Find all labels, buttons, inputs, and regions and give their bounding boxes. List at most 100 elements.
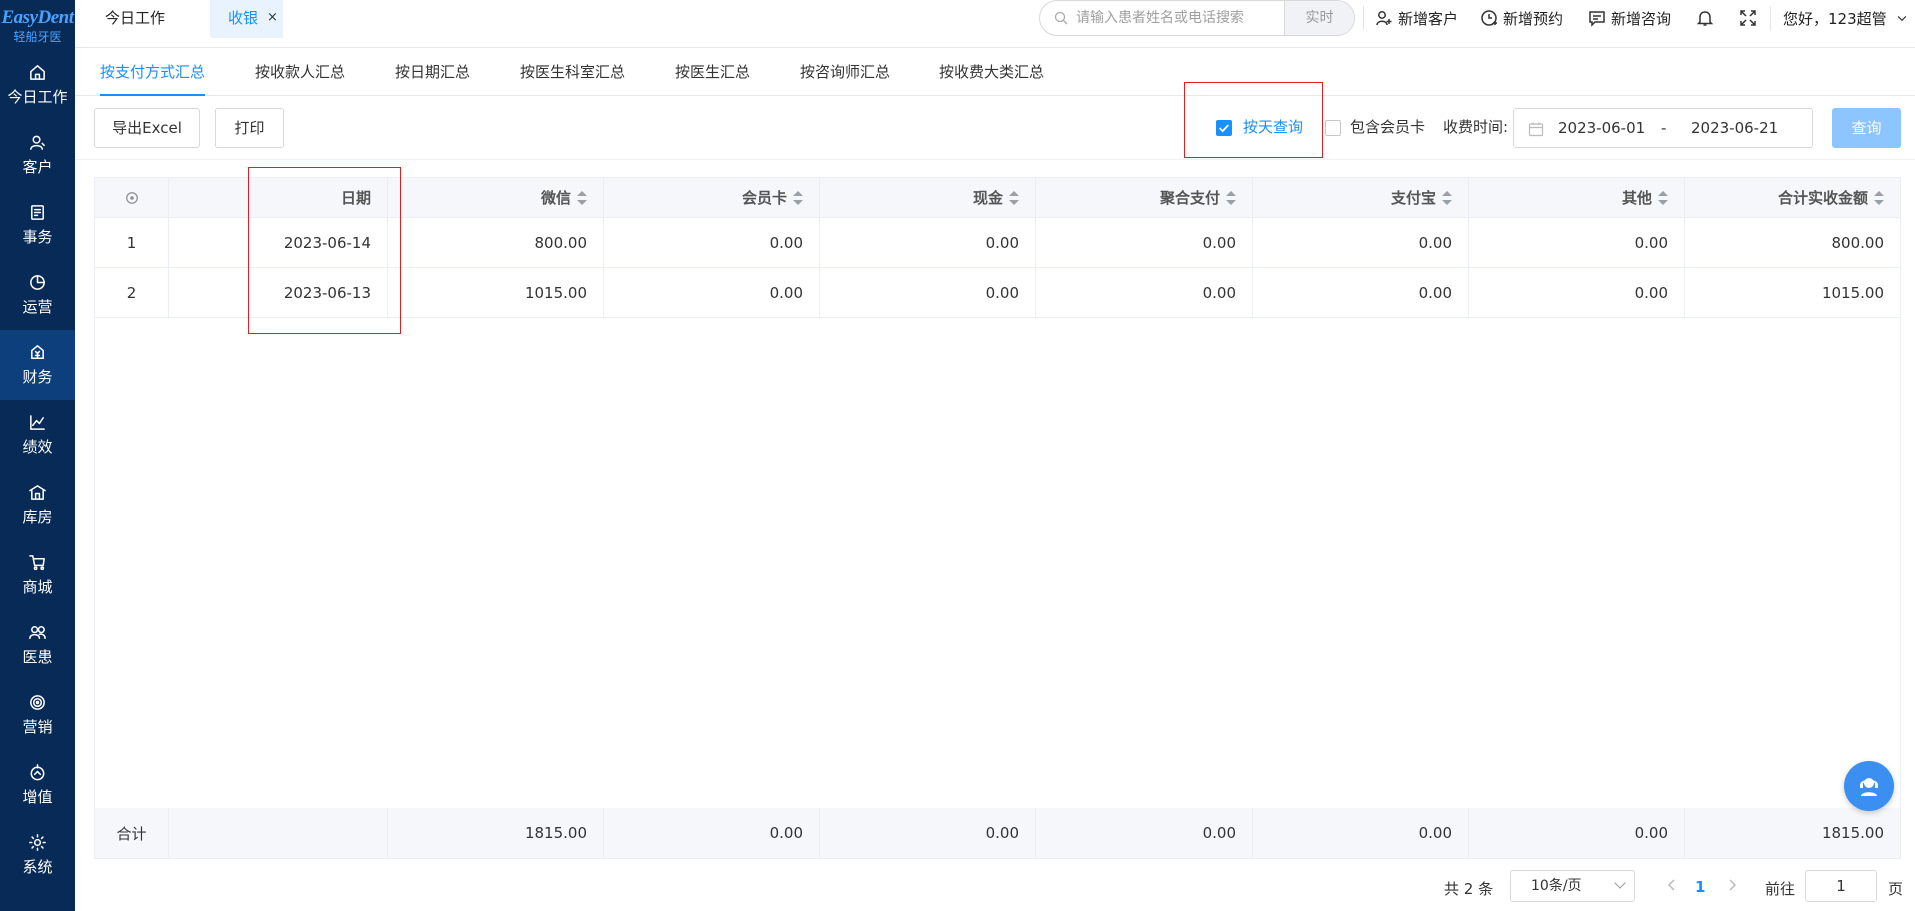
message-icon	[1589, 11, 1605, 27]
sort-icon[interactable]	[1874, 190, 1884, 205]
notification-button[interactable]	[1696, 0, 1719, 36]
date-start[interactable]: 2023-06-01	[1558, 119, 1645, 137]
column-header-aggregate-pay[interactable]: 聚合支付	[1036, 178, 1253, 217]
cell-member-card: 0.00	[604, 268, 820, 317]
table-row[interactable]: 1 2023-06-14 800.00 0.00 0.00 0.00 0.00 …	[95, 218, 1900, 268]
greeting-label: 您好，123超管	[1783, 9, 1887, 28]
sidebar-item-operations[interactable]: 运营	[0, 260, 75, 330]
print-button[interactable]: 打印	[215, 108, 284, 148]
chevron-right-icon[interactable]	[1725, 878, 1739, 892]
query-button[interactable]: 查询	[1832, 108, 1901, 148]
new-consult-label: 新增咨询	[1611, 9, 1672, 28]
user-menu[interactable]: 您好，123超管	[1783, 0, 1914, 36]
sidebar-item-label: 绩效	[22, 438, 53, 456]
goto-label: 前往	[1765, 880, 1796, 898]
cell-alipay: 0.00	[1253, 218, 1469, 267]
sort-icon[interactable]	[1226, 190, 1236, 205]
column-header-label: 现金	[972, 189, 1003, 207]
by-day-checkbox[interactable]	[1216, 120, 1232, 136]
chevron-left-icon[interactable]	[1665, 878, 1679, 892]
column-header-label: 其他	[1621, 189, 1652, 207]
sort-icon[interactable]	[793, 190, 803, 205]
sidebar-item-warehouse[interactable]: 库房	[0, 470, 75, 540]
settings-icon	[125, 191, 138, 204]
charge-time-label: 收费时间:	[1443, 118, 1509, 136]
page-size-value: 10条/页	[1531, 878, 1582, 894]
footer-other: 0.00	[1469, 808, 1685, 858]
tab-by-consultant[interactable]: 按咨询师汇总	[800, 48, 890, 96]
table-row[interactable]: 2 2023-06-13 1015.00 0.00 0.00 0.00 0.00…	[95, 268, 1900, 318]
cell-cash: 0.00	[820, 218, 1036, 267]
pie-chart-icon	[30, 275, 45, 290]
sidebar-item-affairs[interactable]: 事务	[0, 190, 75, 260]
sidebar-item-mall[interactable]: 商城	[0, 540, 75, 610]
tab-today[interactable]: 今日工作	[89, 0, 181, 36]
toolbar: 导出Excel 打印 按天查询 包含会员卡 收费时间: 2023-06-01 -…	[75, 96, 1915, 160]
sort-icon[interactable]	[1009, 190, 1019, 205]
total-count: 共 2 条	[1444, 880, 1494, 898]
page-number-current[interactable]: 1	[1695, 878, 1705, 896]
sidebar-item-label: 医患	[22, 648, 53, 666]
tab-by-payment-method[interactable]: 按支付方式汇总	[100, 48, 206, 96]
column-header-label: 微信	[540, 189, 571, 207]
sidebar-item-today[interactable]: 今日工作	[0, 50, 75, 120]
column-header-cash[interactable]: 现金	[820, 178, 1036, 217]
by-day-label[interactable]: 按天查询	[1243, 116, 1303, 137]
cell-cash: 0.00	[820, 268, 1036, 317]
sidebar-item-value-added[interactable]: 增值	[0, 750, 75, 820]
tab-by-doctor[interactable]: 按医生汇总	[675, 48, 750, 96]
export-excel-button[interactable]: 导出Excel	[94, 108, 200, 148]
close-icon[interactable]: ×	[267, 0, 278, 36]
column-header-member-card[interactable]: 会员卡	[604, 178, 820, 217]
logo: EasyDent 轻船牙医	[0, 0, 75, 50]
sidebar-item-performance[interactable]: 绩效	[0, 400, 75, 470]
goto-page-input[interactable]	[1805, 870, 1877, 902]
customer-support-button[interactable]	[1844, 761, 1894, 811]
date-end[interactable]: 2023-06-21	[1691, 119, 1778, 137]
include-member-card-label[interactable]: 包含会员卡	[1350, 116, 1425, 137]
new-consult-button[interactable]: 新增咨询	[1588, 0, 1671, 36]
footer-aggregate-pay: 0.00	[1036, 808, 1253, 858]
tab-by-payee[interactable]: 按收款人汇总	[255, 48, 345, 96]
realtime-button[interactable]: 实时	[1284, 1, 1354, 35]
include-member-card-checkbox[interactable]	[1325, 120, 1341, 136]
new-customer-button[interactable]: 新增客户	[1375, 0, 1458, 36]
sidebar-item-label: 事务	[22, 228, 53, 246]
search-input[interactable]	[1076, 1, 1276, 35]
column-header-other[interactable]: 其他	[1469, 178, 1685, 217]
search-icon	[1054, 11, 1068, 25]
new-appointment-button[interactable]: 新增预约	[1480, 0, 1563, 36]
tab-by-doctor-department[interactable]: 按医生科室汇总	[520, 48, 625, 96]
sidebar-item-system[interactable]: 系统	[0, 820, 75, 890]
page-size-select[interactable]: 10条/页	[1510, 870, 1635, 902]
sidebar-item-label: 商城	[22, 578, 53, 596]
sort-icon[interactable]	[1442, 190, 1452, 205]
tab-cashier[interactable]: 收银 ×	[210, 0, 283, 38]
column-header-wechat[interactable]: 微信	[388, 178, 604, 217]
footer-date	[169, 808, 388, 858]
new-customer-label: 新增客户	[1398, 9, 1459, 28]
topbar: 今日工作 收银 × 实时 新增客户 新增预约 新增咨询	[75, 0, 1915, 48]
sort-icon[interactable]	[1658, 190, 1668, 205]
sidebar-item-doctor-patient[interactable]: 医患	[0, 610, 75, 680]
sidebar-item-customer[interactable]: 客户	[0, 120, 75, 190]
column-header-alipay[interactable]: 支付宝	[1253, 178, 1469, 217]
column-settings[interactable]	[95, 178, 169, 217]
fullscreen-button[interactable]	[1739, 0, 1762, 36]
cell-member-card: 0.00	[604, 218, 820, 267]
cell-total: 800.00	[1831, 233, 1885, 252]
sidebar-item-marketing[interactable]: 营销	[0, 680, 75, 750]
sidebar-item-label: 库房	[22, 508, 53, 526]
footer-wechat: 1815.00	[388, 808, 604, 858]
date-range-picker[interactable]: 2023-06-01 - 2023-06-21	[1513, 108, 1813, 148]
sort-icon[interactable]	[577, 190, 587, 205]
column-header-total[interactable]: 合计实收金额	[1685, 178, 1900, 217]
sidebar-item-finance[interactable]: 财务	[0, 330, 75, 400]
headset-icon	[1860, 778, 1878, 796]
date-separator: -	[1661, 119, 1667, 137]
column-header-date[interactable]: 日期	[169, 178, 388, 217]
tab-by-date[interactable]: 按日期汇总	[395, 48, 470, 96]
cell-wechat: 1015.00	[388, 268, 604, 317]
tab-by-fee-category[interactable]: 按收费大类汇总	[939, 48, 1044, 96]
cell-aggregate-pay: 0.00	[1036, 268, 1253, 317]
